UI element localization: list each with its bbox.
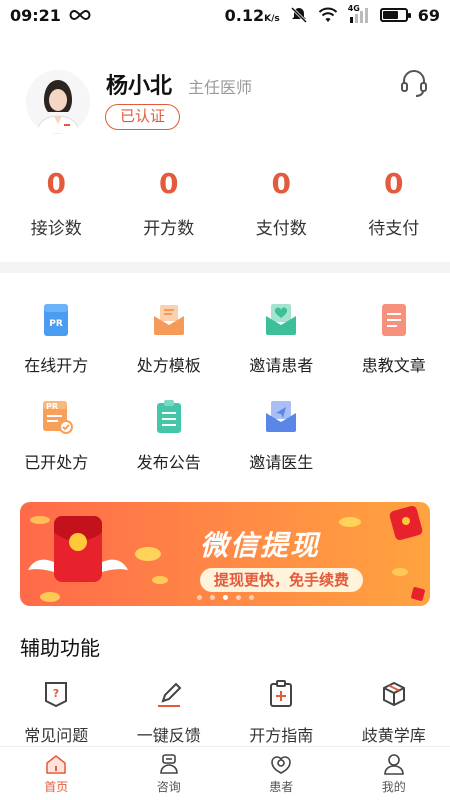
battery-icon [379,8,411,22]
stat-label: 支付数 [255,219,307,239]
pr-icon: PR [44,304,69,336]
bottom-tab-bar: 首页 咨询 患者 我的 [0,746,450,800]
doctor-name: 杨小北 [106,74,173,99]
grid-label: 处方模板 [136,356,201,375]
section-title: 辅助功能 [20,636,100,660]
tab-label: 患者 [269,779,294,794]
stat-payments[interactable]: 0 支付数 [225,164,338,246]
stat-label: 待支付 [368,219,420,239]
section-divider [0,262,450,273]
aux-item-prescribing-guide[interactable]: 开方指南 [225,676,338,746]
status-time: 09:21 [10,5,61,25]
aux-item-library[interactable]: 歧黄学库 [338,676,450,746]
stat-consultations[interactable]: 0 接诊数 [0,164,113,246]
aux-item-faq[interactable]: ? 常见问题 [0,676,113,746]
article-icon [381,304,406,336]
grid-label: 发布公告 [136,453,201,472]
grid-item-invite-doctor[interactable]: 邀请医生 [225,389,338,486]
svg-text:?: ? [53,687,59,700]
svg-text:PR: PR [49,319,63,329]
wifi-icon [318,7,337,22]
box-icon [382,681,405,707]
patient-icon [271,755,292,774]
aux-label: 歧黄学库 [361,726,426,745]
carousel-dot[interactable] [235,595,241,600]
grid-label: 在线开方 [24,356,89,375]
avatar[interactable] [26,70,90,134]
heart-mail-icon [266,304,297,335]
tab-label: 我的 [381,779,406,794]
carousel-dot[interactable] [248,595,254,600]
consult-icon [159,753,178,774]
grid-item-patient-articles[interactable]: 患教文章 [338,292,450,389]
envelope-icon [153,305,184,335]
tab-patients[interactable]: 患者 [225,747,338,800]
stats-row: 0 接诊数 0 开方数 0 支付数 0 待支付 [0,164,450,246]
edit-icon [157,682,182,707]
signal-icon [349,8,368,23]
stat-value: 0 [384,167,404,200]
banner-title: 微信提现 [200,529,321,562]
aux-item-feedback[interactable]: 一键反馈 [113,676,226,746]
svg-text:PR: PR [46,402,58,411]
aux-functions: ? 常见问题 一键反馈 开方指南 歧黄学库 [0,676,450,746]
carousel-dot[interactable] [196,595,202,600]
aux-label: 开方指南 [249,726,314,745]
doctor-title: 主任医师 [188,78,253,97]
grid-label: 已开处方 [24,453,89,472]
red-envelope-icon [28,516,168,602]
carousel-indicator [20,595,430,600]
guide-icon [270,680,293,707]
battery-level: 69 [417,5,440,25]
grid-item-publish-notice[interactable]: 发布公告 [113,389,226,486]
notice-icon [156,400,181,433]
tab-label: 首页 [44,779,69,794]
stat-label: 接诊数 [30,219,82,239]
doctor-avatar-image [26,70,90,134]
grid-item-invite-patient[interactable]: 邀请患者 [225,292,338,389]
stat-prescriptions[interactable]: 0 开方数 [113,164,226,246]
grid-label: 邀请医生 [249,453,314,472]
aux-label: 常见问题 [24,726,89,745]
stat-label: 开方数 [143,219,195,239]
carousel-dot[interactable] [222,595,228,600]
network-speed: 0.12K/s [224,5,280,25]
verified-badge: 已认证 [105,104,181,130]
home-icon [46,754,66,774]
headset-icon[interactable] [400,68,428,98]
grid-label: 患教文章 [361,356,426,375]
infinity-icon [69,9,91,21]
tab-mine[interactable]: 我的 [338,747,450,800]
send-mail-icon [266,401,297,432]
stat-value: 0 [159,167,179,200]
carousel-dot[interactable] [209,595,215,600]
feature-grid: PR 在线开方 处方模板 邀请患者 患教文章 PR 已开处方 发布公告 邀请医生 [0,292,450,486]
tab-home[interactable]: 首页 [0,747,113,800]
stat-value: 0 [46,167,66,200]
grid-item-issued-prescriptions[interactable]: PR 已开处方 [0,389,113,486]
promo-banner[interactable]: 微信提现 提现更快，免手续费 [20,502,430,606]
tab-label: 咨询 [156,779,181,794]
banner-subtitle: 提现更快，免手续费 [200,568,364,592]
signal-indicator: 4G [348,4,370,23]
grid-label: 邀请患者 [249,356,314,375]
grid-item-online-prescription[interactable]: PR 在线开方 [0,292,113,389]
pr-check-icon: PR [43,401,74,434]
doctor-profile[interactable]: 杨小北 主任医师 已认证 [0,62,450,142]
tab-consult[interactable]: 咨询 [113,747,226,800]
stat-pending[interactable]: 0 待支付 [338,164,450,246]
aux-label: 一键反馈 [136,726,201,745]
user-icon [383,753,404,775]
grid-item-prescription-template[interactable]: 处方模板 [113,292,226,389]
status-bar: 09:21 0.12K/s 4G 69 [0,0,450,30]
faq-icon: ? [45,682,68,708]
stat-value: 0 [271,167,291,200]
mute-bell-icon [290,6,307,24]
